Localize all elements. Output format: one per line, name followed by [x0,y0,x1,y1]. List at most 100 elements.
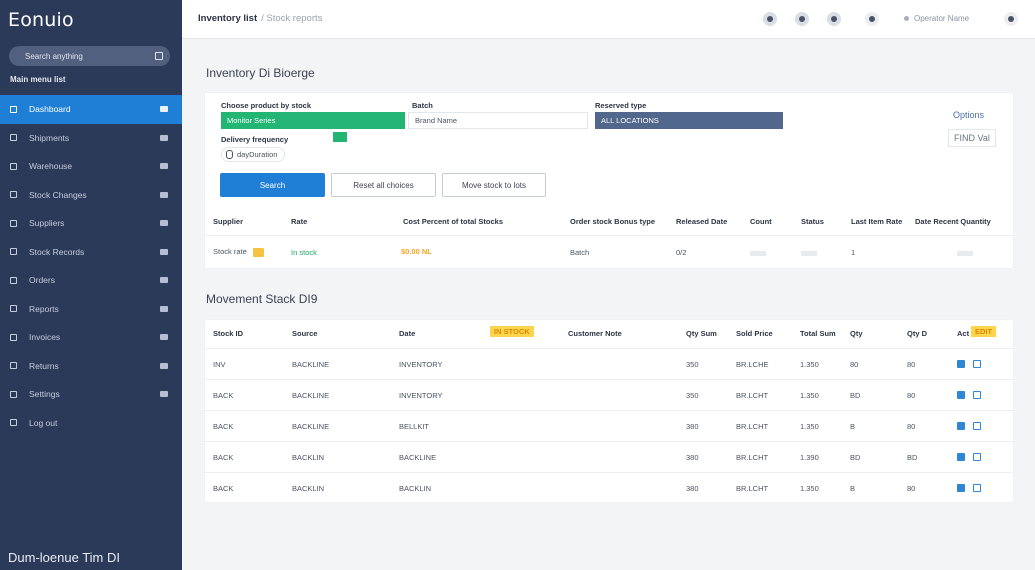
column-header[interactable]: Status [801,217,824,226]
help-icon[interactable] [827,12,841,26]
sidebar-item-logout[interactable]: Log out [0,409,182,438]
options-link[interactable]: Options [953,110,984,120]
edit-icon[interactable] [973,360,981,368]
table-cell: BD [850,453,861,462]
sidebar-item-stock-changes[interactable]: Stock Changes [0,181,182,210]
column-header[interactable]: Act [957,329,969,338]
badge-icon [160,277,168,284]
gear-icon [10,390,17,398]
reserved-type-select[interactable]: ALL LOCATIONS [595,112,783,129]
table-cell: BR.LCHT [736,391,769,400]
search-button[interactable]: Search [220,173,325,197]
duration-radio[interactable]: dayDuration [221,147,286,162]
view-icon[interactable] [957,360,965,368]
column-header[interactable]: Supplier [213,217,243,226]
sidebar-item-returns[interactable]: Returns [0,352,182,381]
column-header[interactable]: Qty [850,329,863,338]
sidebar-item-invoices[interactable]: Invoices [0,323,182,352]
section-title-inventory: Inventory Di Bioerge [206,66,315,80]
badge-icon [160,220,168,227]
column-header[interactable]: Last Item Rate [851,217,902,226]
sidebar-item-settings[interactable]: Settings [0,380,182,409]
filter-card: Choose product by stock Monitor Series B… [205,93,1013,268]
sidebar-item-stock-records[interactable]: Stock Records [0,238,182,267]
column-header[interactable]: Source [292,329,317,338]
view-icon[interactable] [957,422,965,430]
table-cell: INV [213,360,226,369]
box-icon [10,134,17,142]
column-header[interactable]: Qty D [907,329,927,338]
table-cell: BR.LCHT [736,484,769,493]
table-cell: In stock [291,248,317,257]
view-icon[interactable] [957,391,965,399]
table-cell: 1.350 [800,360,819,369]
column-header[interactable]: Cost Percent of total Stocks [403,217,503,226]
table-cell: 380 [686,484,699,493]
sidebar-search-input[interactable]: Search anything [9,46,170,66]
breadcrumb-sub[interactable]: / Stock reports [261,13,322,24]
table-cell: 80 [907,484,916,493]
table-cell: BACKLIN [292,453,325,462]
placeholder-cell [750,248,766,257]
view-icon[interactable] [957,484,965,492]
column-header[interactable]: Released Date [676,217,727,226]
batch-input[interactable]: Brand Name [408,112,588,129]
field-label: Delivery frequency [221,135,289,144]
table-cell: BACKLINE [292,391,330,400]
table-cell: BACK [213,391,234,400]
sidebar-section-label: Main menu list [10,75,66,84]
table-cell: B [850,484,856,493]
table-cell: BR.LCHT [736,453,769,462]
reset-button[interactable]: Reset all choices [331,173,436,197]
table-cell: BACKLINE [292,422,330,431]
sidebar-item-suppliers[interactable]: Suppliers [0,209,182,238]
column-header[interactable]: Order stock Bonus type [570,217,655,226]
edit-icon[interactable] [973,453,981,461]
edit-badge: EDIT [971,326,997,337]
settings-icon[interactable] [795,12,809,26]
product-select[interactable]: Monitor Series [221,112,405,129]
table-row[interactable]: Stock rate [213,247,264,257]
find-value-chip[interactable]: FIND Val [948,129,996,147]
section-title-movement: Movement Stack DI9 [206,292,318,306]
table-cell: BACK [213,422,234,431]
invoice-icon [10,333,17,341]
column-header[interactable]: Date Recent Quantity [915,217,991,226]
column-header[interactable]: Stock ID [213,329,243,338]
table-cell: 80 [907,422,916,431]
column-header[interactable]: Rate [291,217,307,226]
sidebar-item-reports[interactable]: Reports [0,295,182,324]
column-header[interactable]: Total Sum [800,329,836,338]
user-menu[interactable]: Operator Name [904,14,969,23]
edit-icon[interactable] [973,422,981,430]
breadcrumb: Inventory list / Stock reports [198,13,322,24]
column-header[interactable]: Sold Price [736,329,773,338]
records-icon [10,248,17,256]
column-header[interactable]: Qty Sum [686,329,717,338]
column-header[interactable]: Count [750,217,772,226]
divider [205,472,1013,473]
sidebar-item-orders[interactable]: Orders [0,266,182,295]
column-header[interactable]: Customer Note [568,329,622,338]
sidebar-item-dashboard[interactable]: Dashboard [0,95,182,124]
table-cell: 80 [907,360,916,369]
table-cell: 1.350 [800,391,819,400]
table-cell: BR.LCHT [736,422,769,431]
view-icon[interactable] [957,453,965,461]
edit-icon[interactable] [973,484,981,492]
edit-icon[interactable] [973,391,981,399]
sidebar-footer: Dum-loenue Tim DI [8,550,120,565]
breadcrumb-main[interactable]: Inventory list [198,13,257,24]
sidebar-item-shipments[interactable]: Shipments [0,124,182,153]
notification-icon[interactable] [763,12,777,26]
column-header[interactable]: Date [399,329,415,338]
window-icon[interactable] [1004,12,1018,26]
sidebar-item-warehouse[interactable]: Warehouse [0,152,182,181]
brand-logo: Eonuio [8,9,74,31]
table-cell: BACK [213,484,234,493]
badge-icon [160,134,168,141]
message-icon[interactable] [865,12,879,26]
report-icon [10,305,17,313]
move-stock-button[interactable]: Move stock to lots [442,173,546,197]
table-cell: 80 [907,391,916,400]
